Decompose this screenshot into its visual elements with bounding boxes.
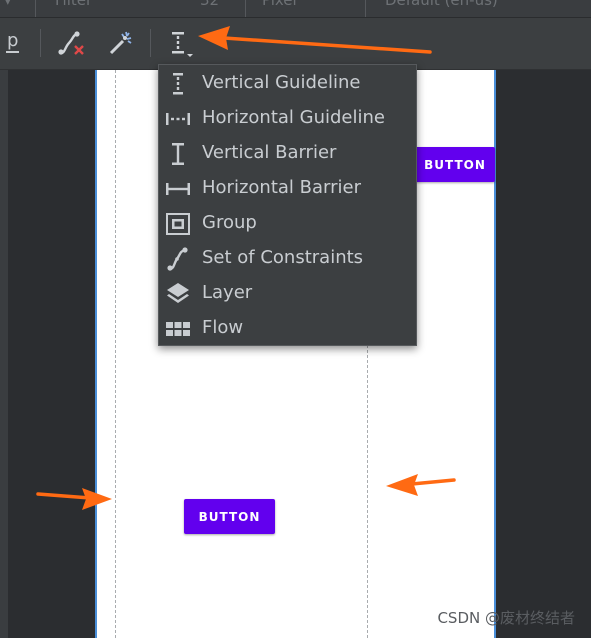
horizontal-barrier-icon: [166, 183, 190, 195]
guidelines-dropdown-menu: Vertical Guideline Horizontal Guideline …: [158, 64, 417, 346]
horizontal-guideline-icon: [166, 113, 190, 125]
canvas-button-top[interactable]: BUTTON: [415, 147, 495, 182]
menu-item-label: Flow: [202, 317, 244, 338]
menu-item-label: Vertical Barrier: [202, 142, 337, 163]
group-icon: [166, 213, 190, 235]
clear-constraints-icon: [58, 31, 84, 55]
left-panel-edge: [0, 70, 8, 638]
top-toolbar-strip: ▾ Filter 32 Pixel Default (en-us): [0, 0, 591, 18]
menu-item-set-of-constraints[interactable]: Set of Constraints: [159, 241, 416, 276]
constraint-set-icon: [167, 247, 188, 271]
menu-item-label: Set of Constraints: [202, 247, 364, 268]
menu-item-label: Horizontal Guideline: [202, 107, 385, 128]
api-level-label[interactable]: 32: [200, 0, 219, 9]
vertical-barrier-icon: [172, 143, 184, 165]
menu-item-horizontal-guideline[interactable]: Horizontal Guideline: [159, 101, 416, 136]
toolbar-divider: [40, 29, 41, 57]
layer-icon: [167, 283, 189, 303]
device-label[interactable]: Pixel: [262, 0, 297, 9]
dropdown-chevron-icon[interactable]: ▾: [4, 0, 12, 9]
menu-item-label: Layer: [202, 282, 253, 303]
default-margin-dropdown[interactable]: p: [6, 31, 20, 53]
canvas-button-bottom[interactable]: BUTTON: [184, 499, 275, 534]
toolbar-divider: [365, 0, 366, 17]
locale-label[interactable]: Default (en-us): [385, 0, 498, 9]
toolbar-divider: [35, 0, 36, 17]
clear-constraints-button[interactable]: [57, 29, 85, 57]
guidelines-menu-icon: [172, 32, 193, 57]
infer-constraints-icon: [109, 31, 132, 55]
guidelines-dropdown-button[interactable]: [166, 29, 194, 57]
menu-item-label: Vertical Guideline: [202, 72, 361, 93]
menu-item-flow[interactable]: Flow: [159, 311, 416, 346]
layout-editor-toolbar: p: [0, 18, 591, 70]
toolbar-divider: [150, 29, 151, 57]
toolbar-divider: [245, 0, 246, 17]
menu-item-vertical-barrier[interactable]: Vertical Barrier: [159, 136, 416, 171]
menu-item-layer[interactable]: Layer: [159, 276, 416, 311]
menu-item-group[interactable]: Group: [159, 206, 416, 241]
infer-constraints-button[interactable]: [106, 29, 134, 57]
menu-item-vertical-guideline[interactable]: Vertical Guideline: [159, 66, 416, 101]
menu-item-label: Group: [202, 212, 257, 233]
flow-icon: [166, 322, 190, 336]
menu-item-label: Horizontal Barrier: [202, 177, 361, 198]
filter-label[interactable]: Filter: [55, 0, 92, 9]
menu-item-horizontal-barrier[interactable]: Horizontal Barrier: [159, 171, 416, 206]
vertical-guideline-left[interactable]: [115, 70, 116, 638]
vertical-guideline-icon: [173, 73, 183, 95]
watermark: CSDN @废材终结者: [437, 609, 575, 627]
